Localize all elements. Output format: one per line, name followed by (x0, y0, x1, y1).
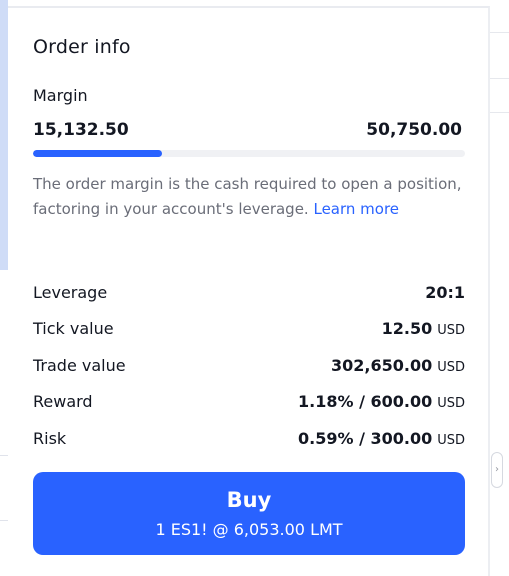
detail-value: 1.18% / 600.00 USD (297, 392, 465, 412)
detail-value: 12.50 USD (381, 319, 465, 339)
divider (0, 455, 8, 456)
buy-button-label: Buy (226, 487, 272, 512)
margin-used-value: 15,132.50 (33, 120, 129, 140)
order-details-list: Leverage 20:1 Tick value 12.50 USD Trade … (33, 274, 465, 457)
detail-value: 0.59% / 300.00 USD (297, 428, 465, 448)
order-info-panel: Order info Margin 15,132.50 50,750.00 Th… (8, 6, 490, 576)
divider (490, 78, 509, 79)
detail-row-trade-value: Trade value 302,650.00 USD (33, 347, 465, 384)
detail-value: 20:1 (425, 282, 465, 302)
margin-label: Margin (33, 86, 88, 105)
order-info-page: › Order info Margin 15,132.50 50,750.00 … (0, 0, 509, 576)
divider (490, 112, 509, 113)
right-edge-area (490, 0, 509, 576)
detail-label: Leverage (33, 282, 108, 302)
chevron-right-icon: › (495, 464, 499, 475)
buy-button[interactable]: Buy 1 ES1! @ 6,053.00 LMT (33, 472, 465, 555)
margin-description: The order margin is the cash required to… (33, 172, 473, 222)
detail-value: 302,650.00 USD (331, 355, 465, 375)
detail-label: Risk (33, 428, 67, 448)
learn-more-link[interactable]: Learn more (313, 200, 399, 218)
detail-row-leverage: Leverage 20:1 (33, 274, 465, 311)
buy-order-summary: 1 ES1! @ 6,053.00 LMT (155, 519, 343, 539)
detail-row-risk: Risk 0.59% / 300.00 USD (33, 420, 465, 457)
left-edge-strip (0, 0, 8, 270)
detail-label: Reward (33, 392, 93, 412)
currency-unit: USD (437, 396, 465, 412)
divider (0, 520, 8, 521)
currency-unit: USD (437, 323, 465, 339)
panel-title: Order info (33, 36, 131, 58)
detail-label: Tick value (33, 319, 114, 339)
detail-row-reward: Reward 1.18% / 600.00 USD (33, 384, 465, 421)
detail-row-tick-value: Tick value 12.50 USD (33, 311, 465, 348)
detail-label: Trade value (33, 355, 126, 375)
margin-progress-bar (33, 150, 465, 157)
margin-progress-fill (33, 150, 162, 157)
divider (490, 32, 509, 33)
collapse-panel-handle[interactable]: › (491, 452, 503, 488)
currency-unit: USD (437, 359, 465, 375)
margin-available-value: 50,750.00 (366, 120, 462, 140)
currency-unit: USD (437, 432, 465, 448)
